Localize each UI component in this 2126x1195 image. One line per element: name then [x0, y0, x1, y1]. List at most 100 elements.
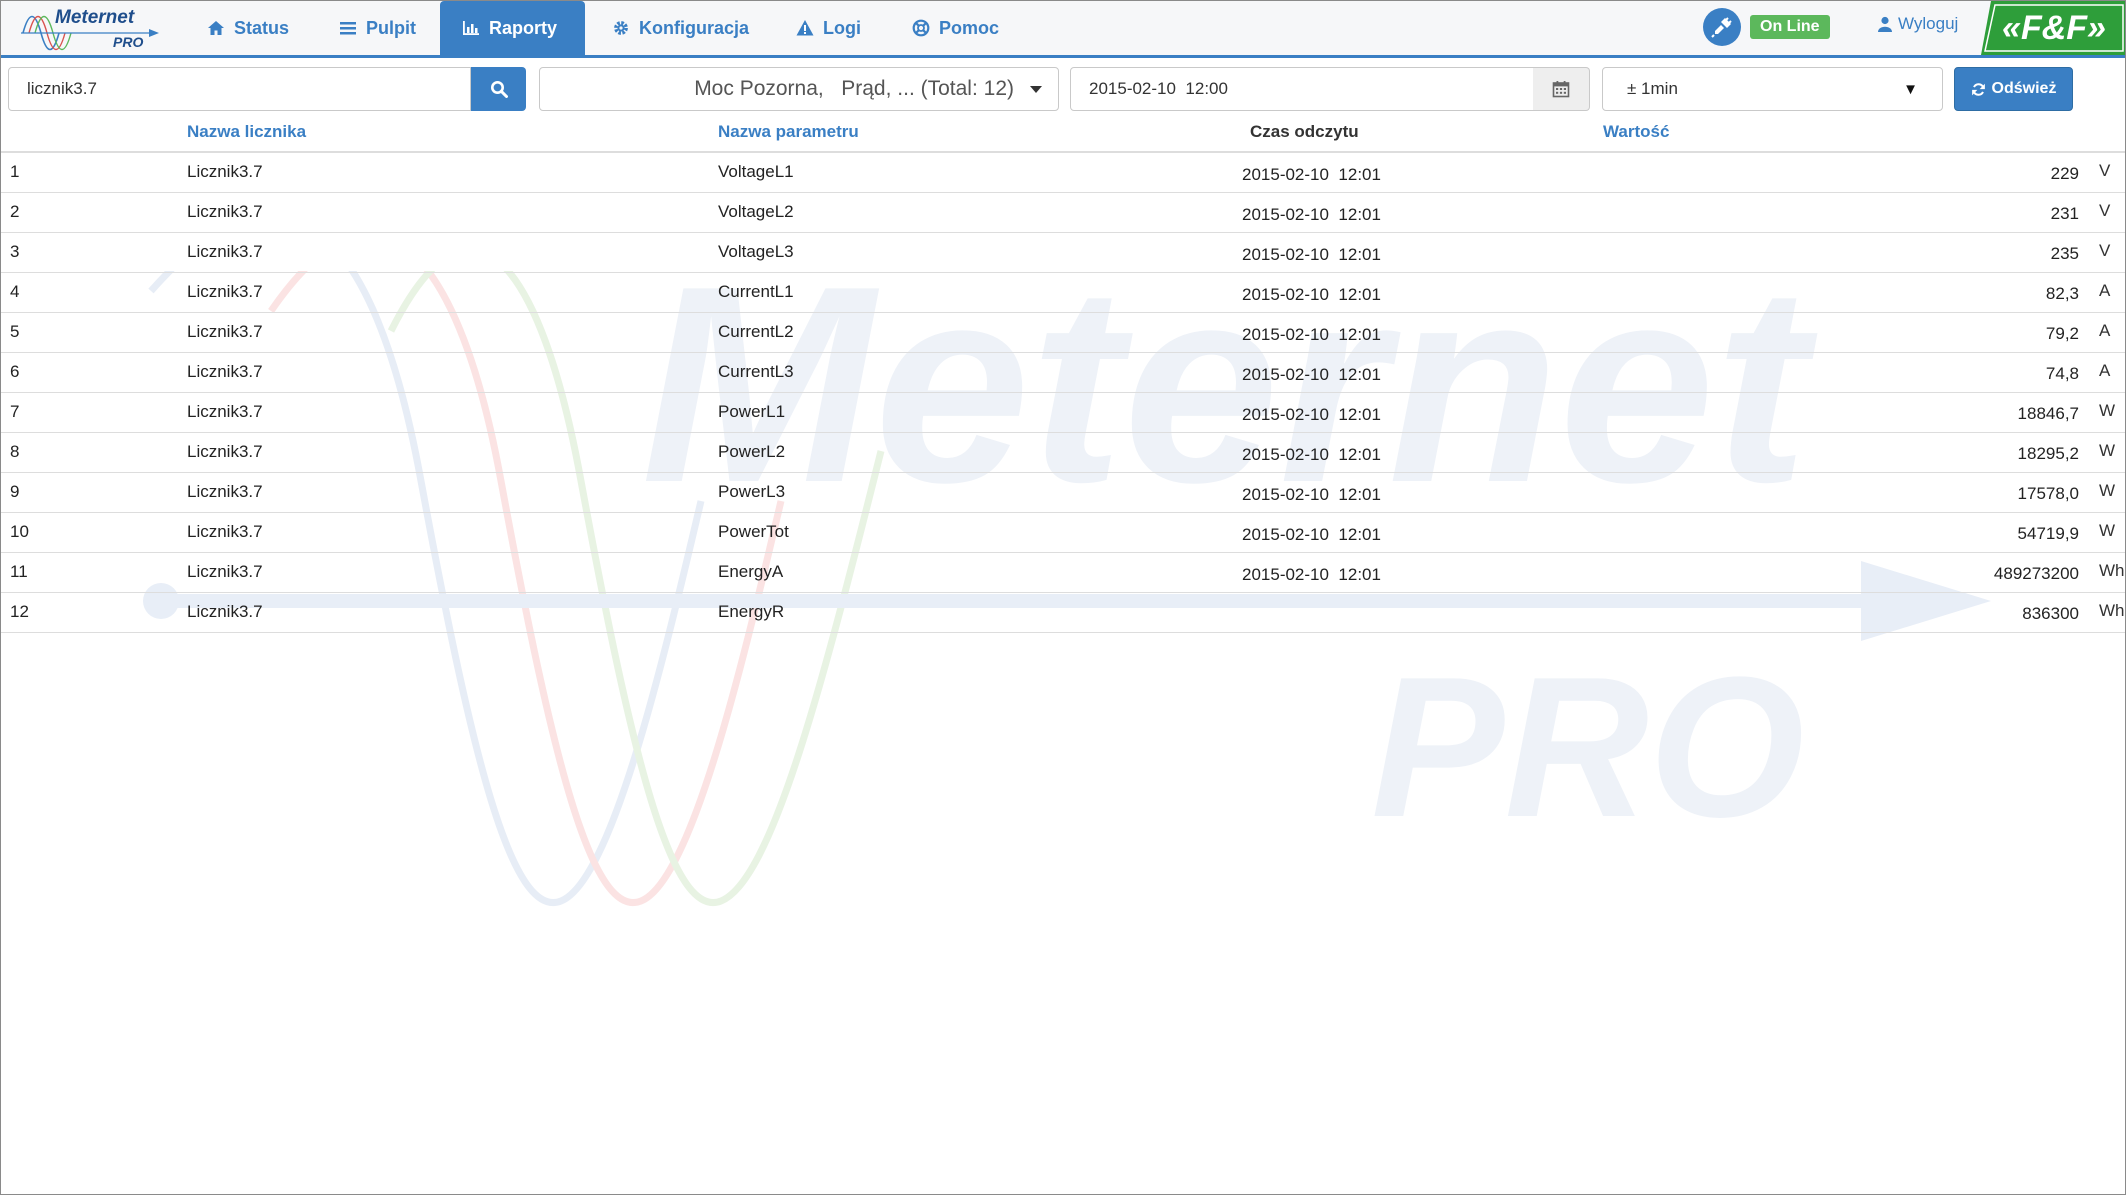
tab-status[interactable]: Status: [207, 1, 289, 55]
row-read-time: 2015-02-10 12:01: [1242, 285, 1381, 304]
table-row: 12 Licznik3.7 EnergyR 836300 Wh: [1, 593, 2125, 633]
row-unit: A: [2099, 361, 2111, 380]
time-range-select[interactable]: ± 1min ▼: [1602, 67, 1943, 111]
row-parameter-name: VoltageL3: [718, 242, 794, 261]
row-index: 1: [10, 162, 20, 181]
row-read-time: 2015-02-10 12:01: [1242, 245, 1381, 264]
row-read-time: 2015-02-10 12:01: [1242, 485, 1381, 504]
refresh-label: Odśwież: [1991, 80, 2057, 97]
row-meter-name: Licznik3.7: [187, 442, 263, 461]
column-header-param[interactable]: Nazwa parametru: [718, 122, 859, 142]
row-index: 8: [10, 442, 20, 461]
tab-raporty[interactable]: Raporty: [440, 1, 585, 55]
row-read-time: 2015-02-10 12:01: [1242, 325, 1381, 344]
row-meter-name: Licznik3.7: [187, 402, 263, 421]
row-unit: V: [2099, 241, 2111, 260]
table-header: Nazwa licznika Nazwa parametru Czas odcz…: [1, 117, 2125, 153]
parameter-multiselect[interactable]: Moc Pozorna, Prąd, ... (Total: 12): [539, 67, 1059, 111]
row-index: 9: [10, 482, 20, 501]
logout-link[interactable]: Wyloguj: [1878, 14, 1958, 34]
app-window: Meternet PRO Status Pulpit Raporty Konfi…: [0, 0, 2126, 1195]
row-index: 3: [10, 242, 20, 261]
row-unit: V: [2099, 201, 2111, 220]
refresh-icon: [1971, 82, 1985, 96]
warning-icon: [796, 20, 814, 36]
column-header-meter[interactable]: Nazwa licznika: [187, 122, 306, 142]
row-read-time: 2015-02-10 12:01: [1242, 405, 1381, 424]
row-unit: W: [2099, 481, 2116, 500]
list-icon: [340, 22, 356, 35]
tab-pomoc[interactable]: Pomoc: [912, 1, 999, 55]
row-read-time: 2015-02-10 12:01: [1242, 445, 1381, 464]
row-index: 5: [10, 322, 20, 341]
tab-pulpit[interactable]: Pulpit: [339, 1, 416, 55]
search-button[interactable]: [471, 67, 526, 111]
row-value: 229: [2050, 164, 2079, 183]
tab-pomoc-label: Pomoc: [939, 17, 1000, 38]
row-parameter-name: EnergyR: [718, 602, 785, 621]
row-meter-name: Licznik3.7: [187, 322, 263, 341]
connection-plug-icon: [1703, 8, 1741, 46]
gear-icon: [614, 21, 628, 35]
table-row: 11 Licznik3.7 EnergyA 2015-02-10 12:01 48927…: [1, 553, 2125, 593]
calendar-icon: [1552, 81, 1570, 98]
row-meter-name: Licznik3.7: [187, 242, 263, 261]
logout-label: Wyloguj: [1898, 14, 1959, 33]
row-value: 17578,0: [2017, 484, 2079, 503]
dropdown-arrow-icon: ▼: [1903, 80, 1918, 98]
row-meter-name: Licznik3.7: [187, 282, 263, 301]
row-index: 10: [10, 522, 29, 541]
row-read-time: 2015-02-10 12:01: [1242, 165, 1381, 184]
vendor-logo-text: «F&F»: [2002, 9, 2106, 47]
calendar-button[interactable]: [1533, 67, 1590, 111]
row-unit: Wh: [2099, 561, 2125, 580]
table-row: 10 Licznik3.7 PowerTot 2015-02-10 12:01 5471…: [1, 513, 2125, 553]
row-index: 11: [10, 562, 28, 581]
row-value: 82,3: [2045, 284, 2079, 303]
row-value: 235: [2050, 244, 2079, 263]
column-header-value[interactable]: Wartość: [1603, 122, 1669, 142]
lifebuoy-icon: [912, 19, 930, 37]
table-row: 7 Licznik3.7 PowerL1 2015-02-10 12:01 18846,…: [1, 393, 2125, 433]
row-meter-name: Licznik3.7: [187, 562, 263, 581]
row-read-time: 2015-02-10 12:01: [1242, 525, 1381, 544]
tab-konfiguracja[interactable]: Konfiguracja: [612, 1, 749, 55]
row-meter-name: Licznik3.7: [187, 482, 263, 501]
refresh-button[interactable]: Odśwież: [1954, 67, 2073, 111]
tab-status-label: Status: [234, 17, 290, 38]
table-row: 8 Licznik3.7 PowerL2 2015-02-10 12:01 18295,…: [1, 433, 2125, 473]
meternet-logo[interactable]: Meternet PRO: [21, 3, 161, 51]
row-value: 489273200: [1993, 564, 2079, 583]
row-value: 54719,9: [2017, 524, 2079, 543]
table-row: 3 Licznik3.7 VoltageL3 2015-02-10 12:01 235 V: [1, 233, 2125, 273]
row-meter-name: Licznik3.7: [187, 362, 263, 381]
row-index: 7: [10, 402, 20, 421]
row-unit: W: [2099, 521, 2116, 540]
meter-search-input[interactable]: [8, 67, 471, 111]
row-value: 74,8: [2045, 364, 2079, 383]
tab-raporty-label: Raporty: [489, 17, 558, 38]
row-index: 4: [10, 282, 20, 301]
row-meter-name: Licznik3.7: [187, 602, 263, 621]
row-parameter-name: PowerL1: [718, 402, 786, 421]
search-icon: [490, 81, 508, 98]
tab-logi[interactable]: Logi: [796, 1, 861, 55]
row-parameter-name: EnergyA: [718, 562, 784, 581]
row-unit: V: [2099, 161, 2111, 180]
row-unit: A: [2099, 281, 2111, 300]
row-meter-name: Licznik3.7: [187, 162, 263, 181]
row-parameter-name: VoltageL2: [718, 202, 794, 221]
row-parameter-name: VoltageL1: [718, 162, 794, 181]
row-index: 12: [10, 602, 29, 621]
report-table-body: 1 Licznik3.7 VoltageL1 2015-02-10 12:01 229 V…: [1, 153, 2125, 633]
row-read-time: 2015-02-10 12:01: [1242, 365, 1381, 384]
row-value: 79,2: [2045, 324, 2079, 343]
tab-logi-label: Logi: [823, 17, 861, 38]
row-value: 231: [2050, 204, 2079, 223]
date-time-input[interactable]: [1070, 67, 1534, 111]
home-icon: [208, 21, 224, 35]
table-row: 1 Licznik3.7 VoltageL1 2015-02-10 12:01 229 V: [1, 153, 2125, 193]
row-meter-name: Licznik3.7: [187, 202, 263, 221]
row-parameter-name: PowerTot: [718, 522, 789, 541]
row-unit: W: [2099, 401, 2116, 420]
